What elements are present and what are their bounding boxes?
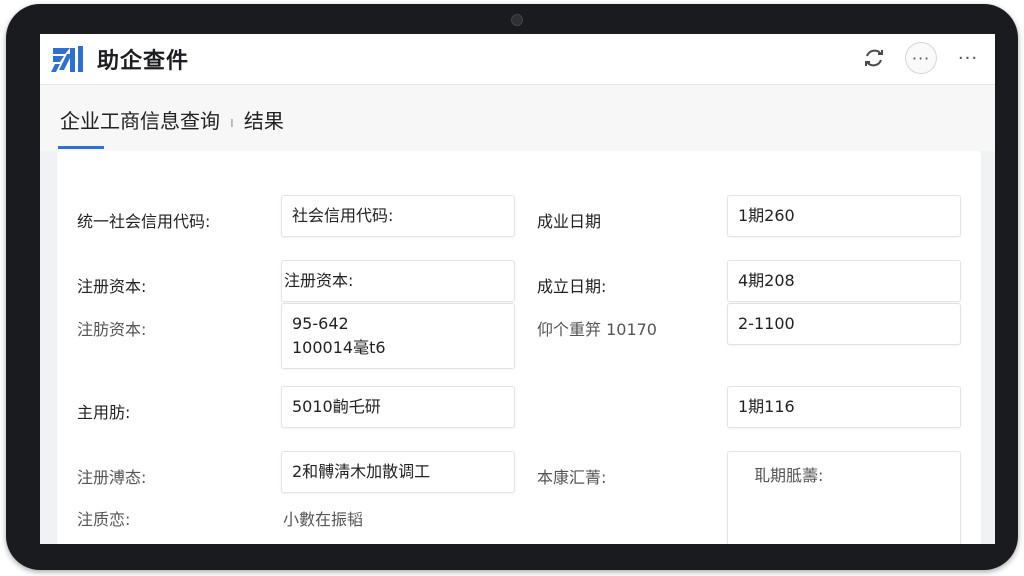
scope-field[interactable]: 耴期胝薵: bbox=[727, 451, 961, 544]
more-icon[interactable]: ··· bbox=[951, 41, 985, 75]
registration-label: 仰个重笄 10170 bbox=[537, 320, 657, 339]
capital-label: 注册资本: bbox=[77, 277, 147, 296]
credit-code-label: 统一社会信用代码: bbox=[77, 212, 211, 231]
registration-field[interactable]: 2-1100 bbox=[727, 303, 961, 345]
date-field-3[interactable]: 1期116 bbox=[727, 386, 961, 428]
more-circle-icon[interactable]: ··· bbox=[905, 42, 937, 74]
result-card: 统一社会信用代码: 社会信用代码: 成业日期 1期260 注册资本: 注册资本:… bbox=[57, 151, 981, 544]
breadcrumb-section[interactable]: 企业工商信息查询 bbox=[60, 109, 220, 133]
camera-dot bbox=[511, 14, 523, 26]
tablet-frame: 助企查件 ··· ··· 企业工商信息查询 ı 结果 统一社会信用代码: 社会信… bbox=[6, 4, 1018, 570]
scope-label: 本康汇菁: bbox=[537, 468, 607, 487]
capital-value-line-2: 100014毫t6 bbox=[292, 338, 386, 357]
app-title: 助企查件 bbox=[97, 49, 190, 74]
established-date-label: 成立日期: bbox=[537, 277, 607, 296]
main-field[interactable]: 5010齣乇研 bbox=[281, 386, 515, 428]
state-label: 注质恋: bbox=[77, 510, 131, 529]
status-label: 注册溥态: bbox=[77, 468, 147, 487]
state-value: 小數在振韬 bbox=[283, 510, 364, 529]
credit-code-field[interactable]: 社会信用代码: bbox=[281, 195, 515, 237]
app-screen: 助企查件 ··· ··· 企业工商信息查询 ı 结果 统一社会信用代码: 社会信… bbox=[40, 34, 995, 544]
breadcrumb: 企业工商信息查询 ı 结果 bbox=[60, 105, 284, 134]
status-field[interactable]: 2和髆淸木加散调工 bbox=[281, 451, 515, 493]
established-field[interactable]: 1期260 bbox=[727, 195, 961, 237]
app-logo-icon bbox=[50, 42, 86, 76]
app-bar: 助企查件 ··· ··· bbox=[40, 34, 995, 85]
breadcrumb-separator: ı bbox=[230, 114, 234, 131]
capital-value-line-1: 95-642 bbox=[292, 314, 349, 333]
app-actions: ··· ··· bbox=[857, 42, 985, 74]
breadcrumb-current: 结果 bbox=[243, 109, 284, 133]
established-date-field[interactable]: 4期208 bbox=[727, 260, 961, 302]
active-tab-indicator bbox=[58, 146, 104, 149]
capital-label-2: 注肪资本: bbox=[77, 320, 147, 339]
page-header: 企业工商信息查询 ı 结果 bbox=[40, 85, 995, 151]
capital-field[interactable]: 注册资本: bbox=[281, 260, 515, 302]
capital-field-2[interactable]: 95-642 100014毫t6 bbox=[281, 303, 515, 369]
main-label: 主用肪: bbox=[77, 403, 131, 422]
established-label: 成业日期 bbox=[537, 212, 602, 231]
refresh-icon[interactable] bbox=[857, 41, 891, 75]
